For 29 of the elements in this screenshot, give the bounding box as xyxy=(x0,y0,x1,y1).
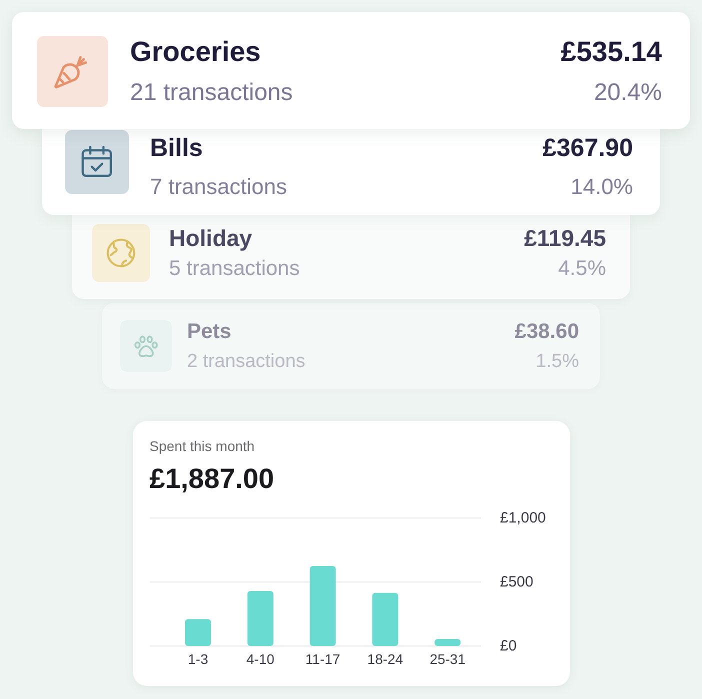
category-share: 14.0% xyxy=(570,174,633,199)
category-card[interactable]: Bills 7 transactions £367.90 14.0% xyxy=(42,129,660,215)
x-axis-label: 25-31 xyxy=(429,650,465,667)
category-amount: £38.60 xyxy=(514,320,579,344)
transaction-count: 21 transactions xyxy=(130,79,293,107)
category-card[interactable]: Groceries 21 transactions £535.14 20.4% xyxy=(12,12,690,129)
category-amount: £367.90 xyxy=(542,134,633,163)
spent-label: Spent this month xyxy=(150,436,255,455)
category-share: 1.5% xyxy=(536,351,579,373)
x-axis-label: 1-3 xyxy=(187,650,208,667)
category-name: Holiday xyxy=(169,224,252,252)
x-axis-label: 18-24 xyxy=(366,650,403,667)
total-amount: £1,887.00 xyxy=(150,462,274,496)
category-share: 4.5% xyxy=(558,257,606,282)
y-axis-label: £500 xyxy=(500,573,533,590)
x-axis-label: 4-10 xyxy=(246,650,274,667)
category-name: Pets xyxy=(187,320,232,344)
category-card[interactable]: Holiday 5 transactions £119.45 4.5% xyxy=(72,215,630,299)
category-share: 20.4% xyxy=(594,79,662,107)
y-axis-label: £1,000 xyxy=(500,509,546,526)
x-axis-label: 11-17 xyxy=(304,650,340,667)
transaction-count: 7 transactions xyxy=(150,174,287,199)
category-name: Bills xyxy=(150,134,203,163)
category-amount: £535.14 xyxy=(560,36,662,68)
transaction-count: 5 transactions xyxy=(169,257,300,282)
category-amount: £119.45 xyxy=(524,224,606,252)
transaction-count: 2 transactions xyxy=(187,351,306,373)
y-axis-label: £0 xyxy=(500,637,516,654)
category-name: Groceries xyxy=(130,36,261,68)
